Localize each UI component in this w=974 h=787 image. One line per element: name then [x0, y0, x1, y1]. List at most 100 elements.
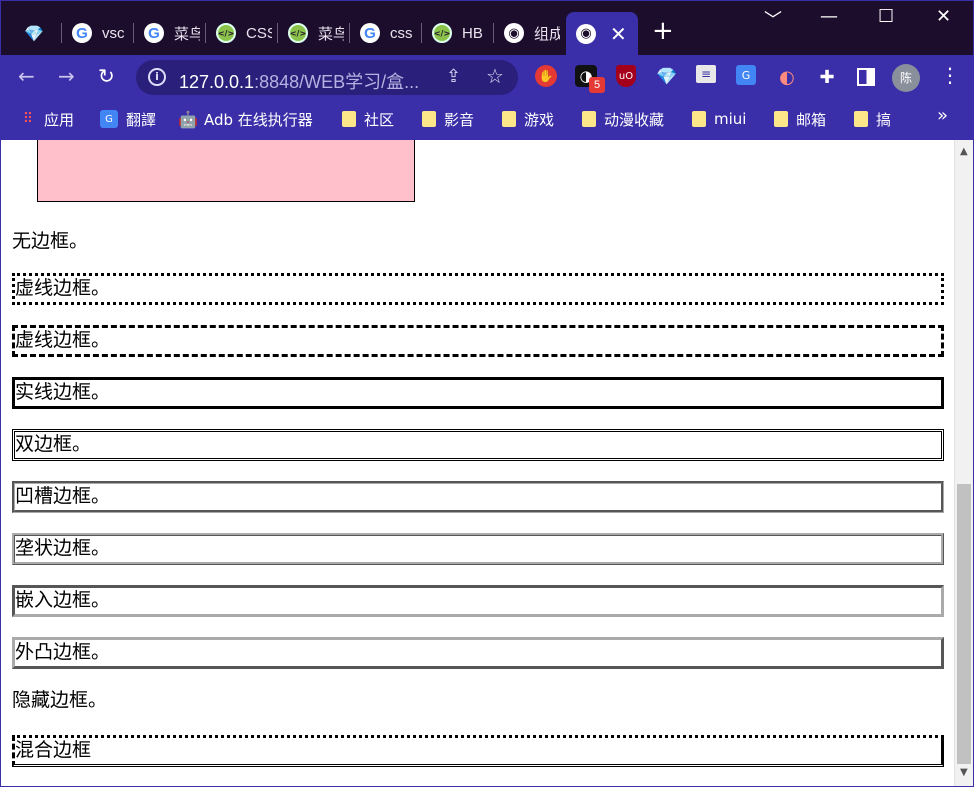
extension-badge-icon[interactable]: ◑ 5: [575, 65, 605, 93]
translate-icon: G: [100, 110, 118, 128]
google-icon: G: [360, 23, 380, 43]
bookmark-adb[interactable]: 🤖 Adb 在线执行器: [178, 107, 313, 131]
tab-css-search[interactable]: G css: [350, 14, 422, 52]
tab-active[interactable]: ◉ ✕: [566, 12, 638, 55]
bookmark-folder-miui[interactable]: miui: [692, 107, 746, 131]
para-border-double: 双边框。: [12, 429, 944, 461]
bookmark-label: 游戏: [524, 110, 555, 129]
tab-title: 组成: [534, 25, 560, 43]
tab-title: 菜鸟: [174, 25, 200, 43]
bookmark-label: 翻譯: [126, 110, 157, 129]
tab-title: 菜鸟: [318, 25, 344, 43]
minimize-button[interactable]: —: [820, 6, 838, 27]
scroll-up-arrow-icon[interactable]: ▲: [960, 146, 968, 157]
bookmark-folder-community[interactable]: 社区: [342, 107, 394, 131]
bookmarks-overflow-chevron-icon[interactable]: »: [937, 105, 948, 126]
folder-icon: [854, 111, 868, 127]
tab-title: vsc: [102, 24, 125, 42]
folder-icon: [502, 111, 516, 127]
scroll-down-arrow-icon[interactable]: ▼: [960, 767, 968, 778]
site-info-icon[interactable]: i: [148, 68, 166, 86]
bookmark-label: miui: [714, 110, 747, 128]
folder-icon: [692, 111, 706, 127]
tab-css[interactable]: </> CSS: [206, 14, 278, 52]
adblock-icon[interactable]: ✋: [535, 65, 557, 87]
url-text[interactable]: 127.0.0.1:8848/WEB学习/盒...: [179, 68, 419, 94]
code-icon: </>: [216, 23, 236, 43]
close-tab-icon[interactable]: ✕: [610, 22, 627, 46]
extension-count-badge: 5: [589, 77, 605, 93]
code-icon: </>: [432, 23, 452, 43]
pink-box: [37, 140, 415, 202]
forward-arrow-icon[interactable]: →: [58, 64, 75, 88]
gem-icon: 💎: [24, 23, 44, 43]
scrollbar-thumb[interactable]: [957, 484, 971, 764]
para-border-hidden: 隐藏边框。: [12, 689, 108, 711]
side-panel-icon[interactable]: [857, 68, 875, 86]
android-icon: 🤖: [178, 109, 198, 129]
bookmarks-bar: ⠿ 应用 G 翻譯 🤖 Adb 在线执行器 社区 影音 游戏 动漫收藏 miui…: [0, 100, 974, 140]
para-border-none: 无边框。: [12, 230, 89, 252]
tab-vsc[interactable]: G vsc: [62, 14, 134, 52]
address-bar[interactable]: i 127.0.0.1:8848/WEB学习/盒... ⇪ ☆: [136, 60, 518, 95]
tab-search-chevron-icon[interactable]: ﹀: [764, 6, 782, 32]
vertical-scrollbar[interactable]: ▲ ▼: [954, 140, 974, 787]
bookmark-folder-misc[interactable]: 搞: [854, 107, 891, 131]
bookmark-label: 影音: [444, 110, 475, 129]
tab-title: css: [390, 24, 413, 42]
bookmark-apps[interactable]: ⠿ 应用: [20, 107, 74, 131]
bookmark-label: 应用: [44, 110, 75, 129]
browser-chrome: 💎 G vsc G 菜鸟 </> CSS </> 菜鸟 G css </> HB…: [0, 0, 974, 140]
ublock-icon[interactable]: uO: [616, 65, 636, 87]
bookmark-label: 邮箱: [796, 110, 827, 129]
apps-grid-icon: ⠿: [22, 111, 34, 127]
back-arrow-icon[interactable]: ←: [18, 64, 35, 88]
page-viewport: 无边框。 虚线边框。 虚线边框。 实线边框。 双边框。 凹槽边框。 垄状边框。 …: [0, 140, 954, 787]
google-icon: G: [144, 23, 164, 43]
toolbar: ← → ↻ i 127.0.0.1:8848/WEB学习/盒... ⇪ ☆ ✋ …: [0, 55, 974, 100]
avatar[interactable]: 陈: [892, 64, 920, 92]
gem-extension-icon[interactable]: 💎: [655, 65, 679, 89]
tab-pinned[interactable]: 💎: [14, 14, 62, 52]
tab-runoob-2[interactable]: </> 菜鸟: [278, 14, 350, 52]
para-border-dashed: 虚线边框。: [12, 325, 944, 357]
bookmark-folder-media[interactable]: 影音: [422, 107, 474, 131]
tab-hb[interactable]: </> HB: [422, 14, 494, 52]
folder-icon: [342, 111, 356, 127]
bookmark-folder-games[interactable]: 游戏: [502, 107, 554, 131]
bookmark-label: Adb 在线执行器: [204, 110, 313, 129]
bookmark-folder-mail[interactable]: 邮箱: [774, 107, 826, 131]
tab-bar: 💎 G vsc G 菜鸟 </> CSS </> 菜鸟 G css </> HB…: [0, 0, 974, 55]
code-icon: </>: [288, 23, 308, 43]
reader-icon[interactable]: ≡: [696, 65, 716, 83]
translate-icon[interactable]: G: [736, 65, 756, 85]
reload-icon[interactable]: ↻: [98, 64, 115, 88]
new-tab-button[interactable]: +: [652, 18, 674, 44]
circle-extension-icon[interactable]: ◐: [775, 65, 799, 89]
tab-runoob[interactable]: G 菜鸟: [134, 14, 206, 52]
globe-icon: ◉: [576, 23, 596, 44]
bookmark-folder-anime[interactable]: 动漫收藏: [582, 107, 664, 131]
tab-zucheng[interactable]: ◉ 组成: [494, 14, 566, 52]
folder-icon: [774, 111, 788, 127]
bookmark-label: 动漫收藏: [604, 110, 665, 129]
share-icon[interactable]: ⇪: [446, 66, 461, 87]
para-border-mixed: 混合边框: [12, 735, 944, 767]
extensions-puzzle-icon[interactable]: ✚: [815, 65, 839, 89]
bookmark-label: 搞: [876, 110, 892, 129]
bookmark-star-icon[interactable]: ☆: [486, 64, 504, 88]
google-icon: G: [72, 23, 92, 43]
bookmark-translate[interactable]: G 翻譯: [100, 107, 156, 131]
para-border-solid: 实线边框。: [12, 377, 944, 409]
maximize-button[interactable]: ☐: [878, 6, 894, 27]
bookmark-label: 社区: [364, 110, 395, 129]
menu-dots-icon[interactable]: ⋮: [940, 64, 960, 86]
para-border-outset: 外凸边框。: [12, 637, 944, 669]
folder-icon: [422, 111, 436, 127]
tab-title: CSS: [246, 24, 272, 42]
folder-icon: [582, 111, 596, 127]
para-border-ridge: 垄状边框。: [12, 533, 944, 565]
tab-title: HB: [462, 24, 483, 42]
para-border-dotted: 虚线边框。: [12, 273, 944, 305]
close-window-button[interactable]: ✕: [936, 6, 951, 27]
